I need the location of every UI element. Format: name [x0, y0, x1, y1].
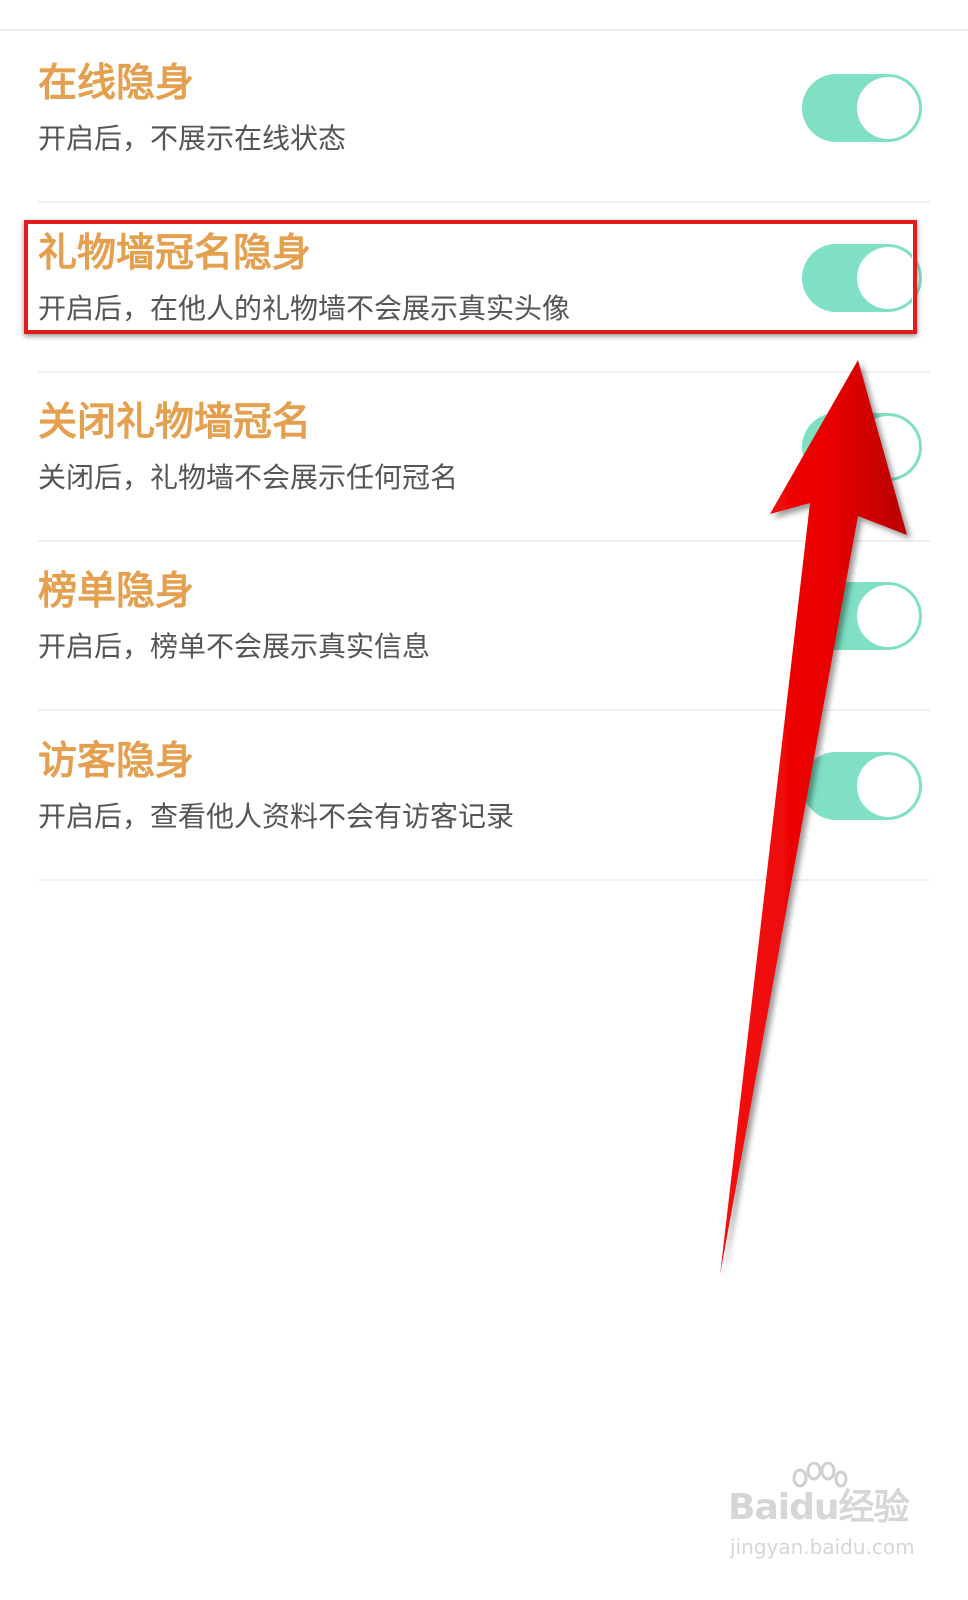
visitor-invisible-toggle[interactable]	[802, 752, 922, 820]
setting-description: 开启后，不展示在线状态	[38, 122, 347, 155]
setting-row-visitor-invisible[interactable]: 访客隐身 开启后，查看他人资料不会有访客记录	[38, 708, 930, 881]
setting-row-close-gift-wall-title[interactable]: 关闭礼物墙冠名 关闭后，礼物墙不会展示任何冠名	[38, 369, 930, 542]
toggle-knob	[857, 77, 919, 139]
setting-title: 在线隐身	[38, 61, 195, 106]
setting-title: 访客隐身	[38, 739, 195, 784]
setting-description: 开启后，榜单不会展示真实信息	[38, 630, 431, 663]
setting-title: 榜单隐身	[38, 569, 195, 614]
watermark-logo: Baidu经验	[728, 1487, 909, 1528]
highlight-box	[24, 220, 917, 334]
setting-description: 开启后，查看他人资料不会有访客记录	[38, 800, 515, 833]
watermark: Baidu经验 jingyan.baidu.com	[728, 1462, 948, 1582]
setting-row-ranking-invisible[interactable]: 榜单隐身 开启后，榜单不会展示真实信息	[38, 538, 930, 711]
toggle-knob	[857, 416, 919, 478]
toggle-knob	[857, 755, 919, 817]
setting-description: 关闭后，礼物墙不会展示任何冠名	[38, 461, 459, 494]
row-divider	[38, 879, 930, 881]
watermark-url: jingyan.baidu.com	[730, 1535, 915, 1559]
setting-row-online-invisible[interactable]: 在线隐身 开启后，不展示在线状态	[38, 30, 930, 203]
ranking-invisible-toggle[interactable]	[802, 582, 922, 650]
toggle-knob	[857, 585, 919, 647]
online-invisible-toggle[interactable]	[802, 74, 922, 142]
close-gift-wall-title-toggle[interactable]	[802, 413, 922, 481]
setting-title: 关闭礼物墙冠名	[38, 400, 312, 445]
